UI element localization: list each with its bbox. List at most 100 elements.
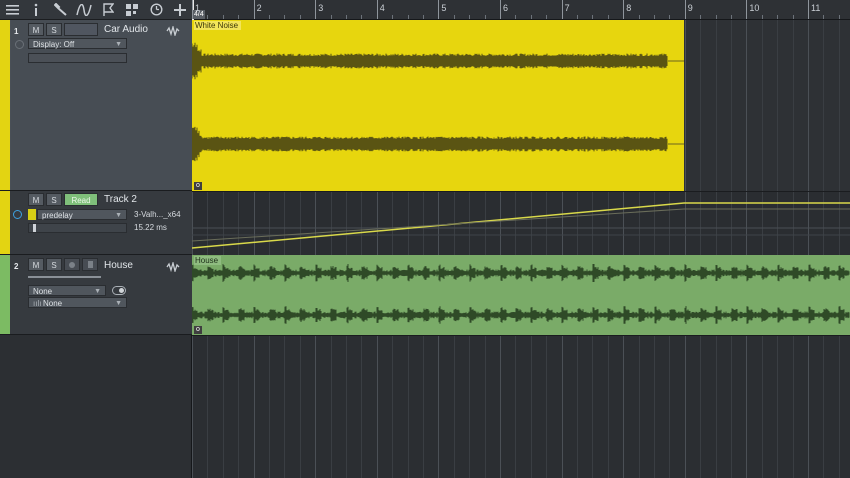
ruler-beat-tick: [731, 15, 732, 19]
ruler-bar-tick: [376, 0, 378, 19]
automation-envelope[interactable]: [192, 191, 850, 255]
daw-window: 4/4 1 2 3 4 5 6 7 8 9 10 11 1 M S Car Audio Displa…: [0, 0, 850, 478]
ruler-bar-tick: [253, 0, 255, 19]
solo-button[interactable]: S: [46, 193, 62, 206]
toggle-knob: [119, 288, 124, 293]
input-label: None: [33, 287, 53, 296]
track-color-strip[interactable]: [0, 255, 10, 334]
track-name[interactable]: Car Audio: [104, 24, 148, 35]
ruler-bar-label: 3: [318, 3, 324, 13]
ruler-bar-label: 11: [811, 3, 821, 13]
ruler-beat-tick: [515, 15, 517, 19]
automation-mode-button[interactable]: Read: [64, 193, 98, 206]
waveform-channel: [192, 306, 850, 324]
ruler-bar-label: 6: [503, 3, 509, 13]
event-white-noise[interactable]: White Noise o: [192, 20, 684, 191]
chevron-down-icon: ▼: [115, 300, 122, 307]
waveform-channel: [192, 42, 668, 80]
output-label: None: [43, 299, 63, 308]
ruler-beat-tick: [453, 15, 455, 19]
track-number: 1: [14, 27, 19, 36]
display-dropdown[interactable]: Display: Off ▼: [28, 38, 127, 49]
chevron-down-icon: ▼: [115, 41, 122, 48]
ruler-beat-tick: [792, 15, 794, 19]
ruler-beat-tick: [484, 15, 486, 19]
metronome-icon[interactable]: [144, 0, 168, 20]
ruler-bar-label: 10: [749, 3, 760, 13]
solo-button[interactable]: S: [46, 23, 62, 36]
ruler-beat-tick: [269, 15, 270, 19]
power-icon[interactable]: [15, 40, 24, 49]
input-dropdown[interactable]: None ▼: [28, 285, 106, 296]
parameter-color-swatch: [28, 209, 36, 220]
ruler-bar-label: 2: [256, 3, 262, 13]
event-name: House: [194, 256, 222, 265]
monitor-button[interactable]: [82, 258, 98, 271]
output-dropdown[interactable]: ıılı None ▼: [28, 297, 127, 308]
track-list: 1 M S Car Audio Display: Off ▼ M S Read …: [0, 20, 192, 478]
parameter-dropdown[interactable]: predelay ▼: [37, 209, 127, 220]
track-house[interactable]: 2 M S House None ▼ ıılı None ▼: [0, 255, 192, 335]
marker-icon[interactable]: [96, 0, 120, 20]
ruler-beat-tick: [669, 15, 671, 19]
monitor-toggle[interactable]: [112, 286, 126, 295]
ruler-beat-tick: [346, 15, 347, 19]
chevron-down-icon: ▼: [115, 212, 122, 219]
track-automation[interactable]: M S Read Track 2 predelay ▼ 3-Valh..._x6…: [0, 191, 192, 255]
record-button[interactable]: [64, 258, 80, 271]
event-house[interactable]: House o: [192, 255, 850, 335]
event-handle[interactable]: o: [194, 326, 202, 334]
ruler-bar-label: 4: [379, 3, 385, 13]
ruler-bar-tick: [192, 0, 193, 19]
track-name[interactable]: Track 2: [104, 194, 137, 205]
ruler-beat-tick: [238, 15, 240, 19]
value-slider[interactable]: [28, 223, 127, 233]
lane-separator: [192, 335, 850, 336]
add-icon[interactable]: [168, 0, 192, 20]
ruler-bar-tick: [561, 0, 563, 19]
track-name[interactable]: House: [104, 260, 133, 271]
display-label: Display: Off: [33, 40, 75, 49]
info-icon[interactable]: [24, 0, 48, 20]
ruler-beat-tick: [361, 15, 363, 19]
mute-button[interactable]: M: [28, 193, 44, 206]
power-icon[interactable]: [13, 210, 22, 219]
mute-button[interactable]: M: [28, 23, 44, 36]
ruler-beat-tick: [423, 15, 424, 19]
solo-button[interactable]: S: [46, 258, 62, 271]
plugin-name: 3-Valh..._x64: [134, 210, 181, 219]
wrench-icon[interactable]: [48, 0, 72, 20]
automation-line: [192, 202, 850, 249]
ruler-beat-tick: [638, 15, 640, 19]
record-monitor-button[interactable]: [64, 23, 98, 36]
automation-icon[interactable]: [72, 0, 96, 20]
parameter-label: predelay: [42, 211, 73, 220]
ruler-bar-tick: [315, 0, 317, 19]
track-car-audio[interactable]: 1 M S Car Audio Display: Off ▼: [0, 20, 192, 191]
ruler-beat-tick: [222, 15, 224, 19]
waveform-icon[interactable]: [166, 260, 180, 274]
chevron-down-icon: ▼: [94, 288, 101, 295]
track-color-strip[interactable]: [0, 191, 10, 254]
ruler-bar-tick: [623, 0, 625, 19]
parameter-field[interactable]: [28, 53, 127, 63]
parameter-value: 15.22 ms: [134, 223, 167, 232]
slider-handle[interactable]: [33, 224, 36, 232]
ruler-beat-tick: [546, 15, 548, 19]
ruler-bar-label: 7: [564, 3, 570, 13]
mute-button[interactable]: M: [28, 258, 44, 271]
menu-icon[interactable]: [0, 0, 24, 20]
timeline-ruler[interactable]: 4/4 1 2 3 4 5 6 7 8 9 10 11: [192, 0, 850, 20]
ruler-bar-label: 9: [687, 3, 693, 13]
event-name: White Noise: [194, 21, 242, 30]
waveform-icon[interactable]: [166, 24, 180, 38]
grid-icon[interactable]: [120, 0, 144, 20]
ruler-beat-tick: [700, 15, 702, 19]
arrange-view[interactable]: White Noise o House o: [192, 20, 850, 478]
ruler-beat-tick: [407, 15, 409, 19]
ruler-beat-tick: [577, 15, 578, 19]
ruler-bar-tick: [500, 0, 501, 19]
record-icon: [69, 262, 75, 268]
track-color-strip[interactable]: [0, 20, 10, 190]
event-handle[interactable]: o: [194, 182, 202, 190]
